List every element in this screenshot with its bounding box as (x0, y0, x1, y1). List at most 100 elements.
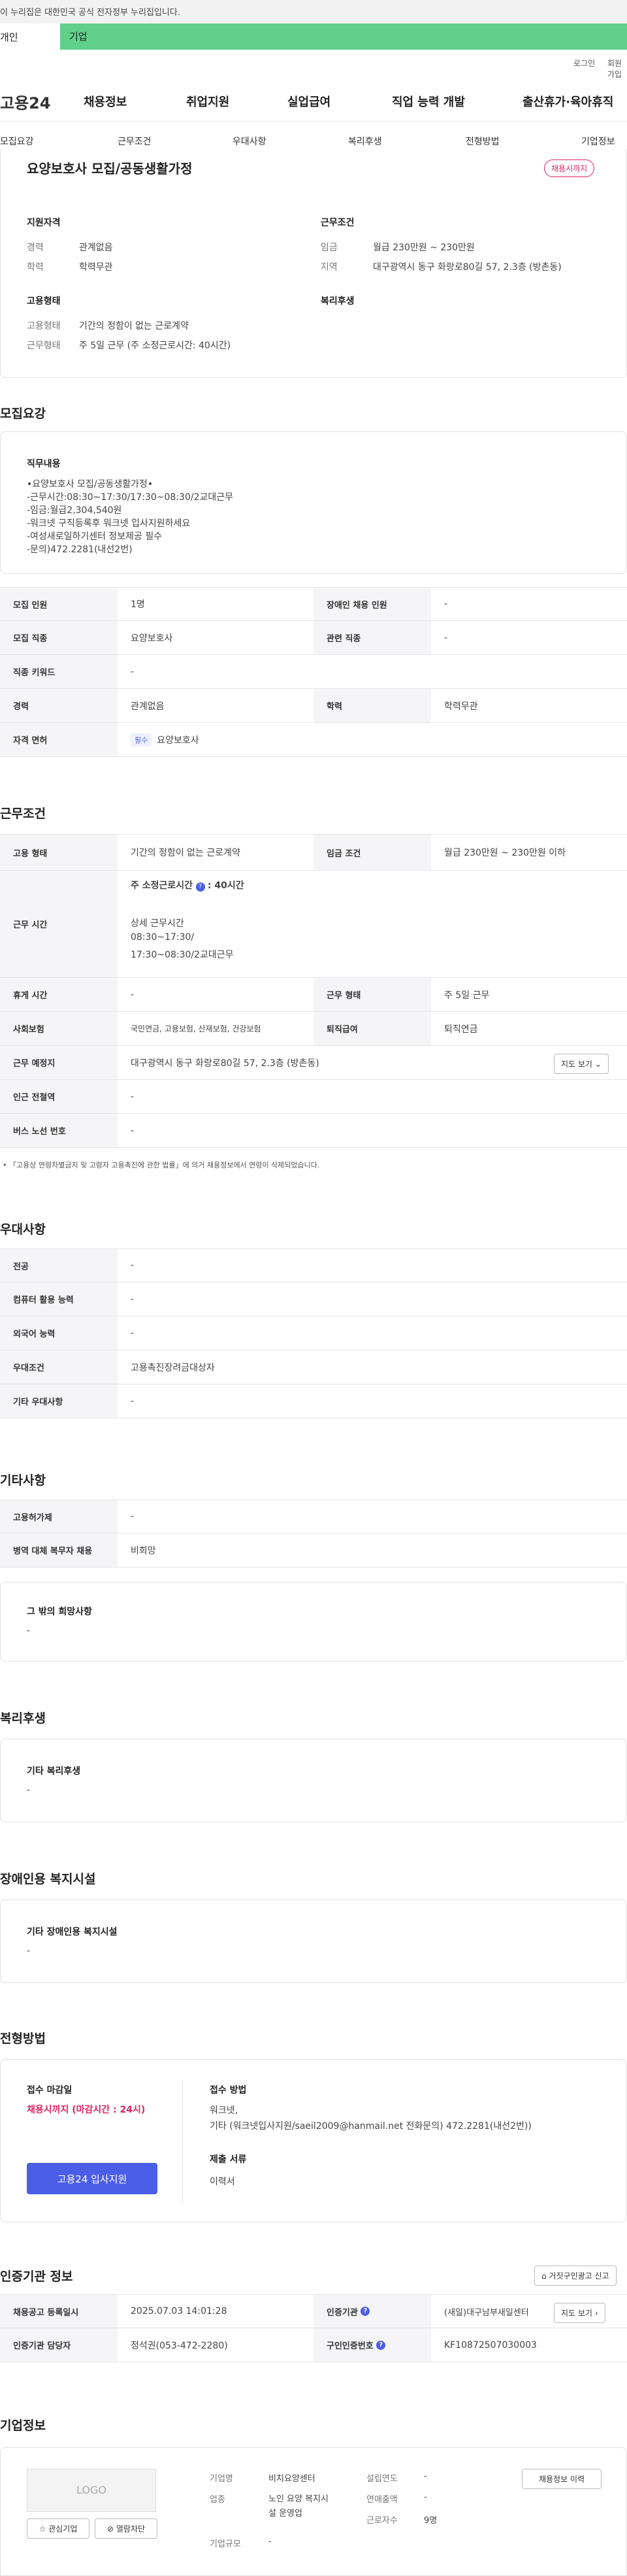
row-value: 주 5일 근무 (444, 990, 490, 1001)
table-row: 모집 인원 1명 장애인 채용 인원 - (0, 587, 627, 621)
cert-agency-label: 인증기관 (327, 2307, 358, 2318)
duty-line: -근무시간:08:30~17:30/17:30~08:30/2교대근무 (27, 492, 233, 503)
company-card: LOGO ☆ 관심기업 ⊘ 열람차단 기업명 비치요양센터 업종 노인 요양 복… (0, 2447, 627, 2576)
segment-individual[interactable]: 개인 (0, 24, 60, 50)
map-view-button[interactable]: 지도 보기 ⌄ (554, 1054, 609, 1074)
row-label: 근무 시간 (0, 871, 118, 977)
report-false-ad-button[interactable]: ⌂ 거짓구인광고 신고 (534, 2266, 617, 2286)
gnb-unemployment-benefit[interactable]: 실업급여 (287, 93, 330, 110)
industry-value: 노인 요양 복지시 설 운영업 (268, 2492, 329, 2521)
tab-selection[interactable]: 전형방법 (466, 135, 500, 148)
docs-heading: 제출 서류 (210, 2154, 247, 2165)
company-section-title: 기업정보 (0, 2418, 46, 2433)
info-icon[interactable]: ? (376, 2340, 386, 2350)
row-value: 2025.07.03 14:01:28 (131, 2306, 227, 2317)
row-value: 요양보호사 (131, 633, 173, 644)
row-label: 고용 형태 (0, 835, 118, 870)
row-value: - (131, 989, 135, 1000)
row-label: 모집 직종 (0, 621, 118, 654)
apply-button[interactable]: 고용24 입사지원 (27, 2163, 157, 2194)
row-label: 관련 직종 (314, 621, 431, 654)
row-label: 임금 조건 (314, 835, 431, 870)
table-row: 인증기관 담당자 정석권(053-472-2280) 구인인증번호 ? KF10… (0, 2328, 627, 2362)
detail-hours-line: 08:30~17:30/ (131, 932, 195, 943)
row-label: 고용허가제 (0, 1500, 118, 1533)
row-label: 버스 노선 번호 (0, 1114, 118, 1147)
industry-line: 노인 요양 복지시 (268, 2494, 329, 2504)
table-row: 고용 형태 기간의 정함이 없는 근로계약 임금 조건 월급 230만원 ~ 2… (0, 834, 627, 871)
row-label: 인근 전철역 (0, 1080, 118, 1113)
row-label: 학력 (314, 689, 431, 722)
deadline-heading: 접수 마감일 (27, 2085, 72, 2096)
gnb-vocational-training[interactable]: 직업 능력 개발 (392, 93, 465, 110)
tab-welfare[interactable]: 복리후생 (348, 135, 382, 148)
emptype-value: 기간의 정함이 없는 근로계약 (79, 321, 189, 331)
login-link[interactable]: 로그인 (573, 58, 595, 69)
qualification-heading: 지원자격 (27, 218, 61, 228)
welfare-card: 기타 복리후생 - (0, 1739, 627, 1822)
duty-line: -여성새로일하기센터 정보제공 필수 (27, 531, 163, 542)
block-view-button[interactable]: ⊘ 열람차단 (95, 2518, 157, 2539)
row-value: 정석권(053-472-2280) (131, 2340, 228, 2351)
summary-card: 요양보호사 모집/공동생활가정 채용시까지 지원자격 경력 관계없음 학력 학력… (0, 149, 627, 378)
etc-value: - (27, 1626, 31, 1636)
interest-company-button[interactable]: ☆ 관심기업 (27, 2518, 89, 2539)
row-label: 우대조건 (0, 1350, 118, 1384)
docs-value: 이력서 (210, 2177, 235, 2187)
deadline-value: 채용시까지 (마감시간 : 24시) (27, 2105, 146, 2115)
welfare-heading: 기타 복리후생 (27, 1766, 81, 1777)
wage-value: 월급 230만원 ~ 230만원 (373, 243, 475, 253)
cert-number-label: 구인인증번호 (327, 2341, 374, 2351)
weekly-value: : 40시간 (207, 880, 244, 891)
license-value: 요양보호사 (157, 735, 199, 746)
company-size-label: 기업규모 (210, 2539, 241, 2549)
history-label: 채용정보 이력 (538, 2475, 585, 2484)
region-label: 지역 (321, 262, 338, 273)
tab-recruit[interactable]: 모집요강 (0, 135, 34, 148)
row-label: 장애인 채용 인원 (314, 588, 431, 620)
info-icon[interactable]: ? (361, 2307, 370, 2316)
segment-company[interactable]: 기업 (60, 24, 627, 50)
row-label: 근무 형태 (314, 978, 431, 1011)
table-row: 외국어 능력 - (0, 1316, 627, 1350)
row-label: 컴퓨터 활용 능력 (0, 1282, 118, 1316)
career-label: 경력 (27, 243, 44, 253)
duty-line: -임금:월급2,304,540원 (27, 505, 122, 516)
row-label: 병역 대체 복무자 채용 (0, 1533, 118, 1567)
signup-link[interactable]: 회원가입 (607, 58, 627, 80)
preference-section-title: 우대사항 (0, 1222, 46, 1237)
other-section-title: 기타사항 (0, 1473, 46, 1488)
row-label: 퇴직급여 (314, 1012, 431, 1045)
row-value: 국민연금, 고용보험, 산재보험, 건강보험 (131, 1024, 261, 1033)
required-chip: 필수 (131, 733, 152, 746)
row-value: - (131, 1294, 135, 1305)
table-row: 기타 우대사항 - (0, 1384, 627, 1418)
career-value: 관계없음 (79, 243, 113, 253)
gnb-employment-support[interactable]: 취업지원 (186, 93, 229, 110)
gnb-parental-leave[interactable]: 출산휴가·육아휴직 (522, 93, 613, 110)
etc-card: 그 밖의 희망사항 - (0, 1582, 627, 1662)
map-button-label: 지도 보기 (561, 1060, 592, 1069)
table-row: 우대조건 고용촉진장려금대상자 (0, 1350, 627, 1384)
agency-map-button[interactable]: 지도 보기 › (554, 2303, 605, 2323)
row-value: - (131, 1396, 135, 1407)
row-label: 근무 예정지 (0, 1046, 118, 1079)
tab-conditions[interactable]: 근무조건 (118, 135, 152, 148)
recruit-section-title: 모집요강 (0, 407, 46, 421)
duty-line: •요양보호사 모집/공동생활가정• (27, 479, 153, 490)
detail-hours-label: 상세 근무시간 (131, 918, 184, 929)
row-value: 고용촉진장려금대상자 (131, 1362, 215, 1373)
chevron-right-icon: › (594, 2309, 598, 2318)
gnb-jobs[interactable]: 채용정보 (84, 93, 127, 110)
table-row: 자격 면허 필수 요양보호사 (0, 723, 627, 757)
site-logo[interactable]: 고용24 (0, 90, 51, 113)
table-row: 인근 전철역 - (0, 1080, 627, 1114)
tab-preference[interactable]: 우대사항 (233, 135, 266, 148)
info-icon[interactable]: ? (195, 882, 205, 892)
row-label: 직종 키워드 (0, 655, 118, 688)
row-value: - (444, 632, 448, 643)
detail-hours-line: 17:30~08:30/2교대근무 (131, 950, 234, 960)
hiring-history-button[interactable]: 채용정보 이력 (522, 2469, 602, 2489)
tab-company[interactable]: 기업정보 (581, 135, 615, 148)
row-label: 전공 (0, 1249, 118, 1282)
